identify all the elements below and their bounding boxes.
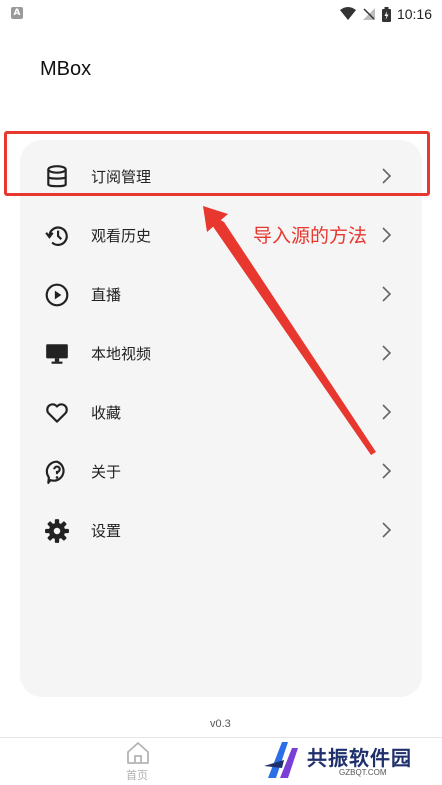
watermark-subtext: GZBQT.COM [339, 768, 387, 777]
no-signal-icon [362, 8, 375, 20]
heart-icon [46, 403, 68, 423]
status-bar: A 10:16 [0, 0, 442, 28]
menu-item-label: 关于 [91, 462, 122, 481]
chevron-right-icon [382, 522, 392, 538]
chevron-right-icon [382, 463, 392, 479]
wifi-icon [339, 7, 356, 20]
menu-item-label: 设置 [91, 521, 122, 540]
watermark-logo [264, 742, 298, 778]
menu-item-label: 观看历史 [91, 226, 152, 245]
menu-item-favorites[interactable]: 收藏 [20, 383, 422, 441]
monitor-icon [46, 344, 68, 364]
menu-item-label: 收藏 [91, 403, 122, 422]
menu-item-about[interactable]: 关于 [20, 442, 422, 500]
chevron-right-icon [382, 227, 392, 243]
battery-icon [381, 6, 391, 22]
app-notification-icon: A [11, 7, 23, 19]
annotation-text: 导入源的方法 [253, 225, 368, 247]
annotation-highlight-box [4, 131, 430, 196]
chevron-right-icon [382, 286, 392, 302]
history-icon [45, 226, 68, 246]
status-icons: 10:16 [339, 4, 432, 24]
menu-item-settings[interactable]: 设置 [20, 501, 422, 559]
watermark-text: 共振软件园 [307, 746, 412, 770]
bottom-nav-divider [0, 737, 442, 738]
gear-icon [45, 519, 69, 543]
chevron-right-icon [382, 404, 392, 420]
menu-item-local-video[interactable]: 本地视频 [20, 324, 422, 382]
nav-home-label[interactable]: 首页 [126, 767, 148, 783]
menu-item-live[interactable]: 直播 [20, 265, 422, 323]
menu-item-label: 直播 [91, 285, 122, 304]
chevron-right-icon [382, 345, 392, 361]
help-icon [45, 460, 65, 484]
clock: 10:16 [396, 6, 432, 22]
app-title: MBox [40, 58, 92, 80]
menu-item-label: 本地视频 [91, 344, 152, 363]
version-label: v0.3 [210, 718, 231, 730]
play-circle-icon [45, 283, 69, 307]
home-icon[interactable] [125, 740, 151, 766]
